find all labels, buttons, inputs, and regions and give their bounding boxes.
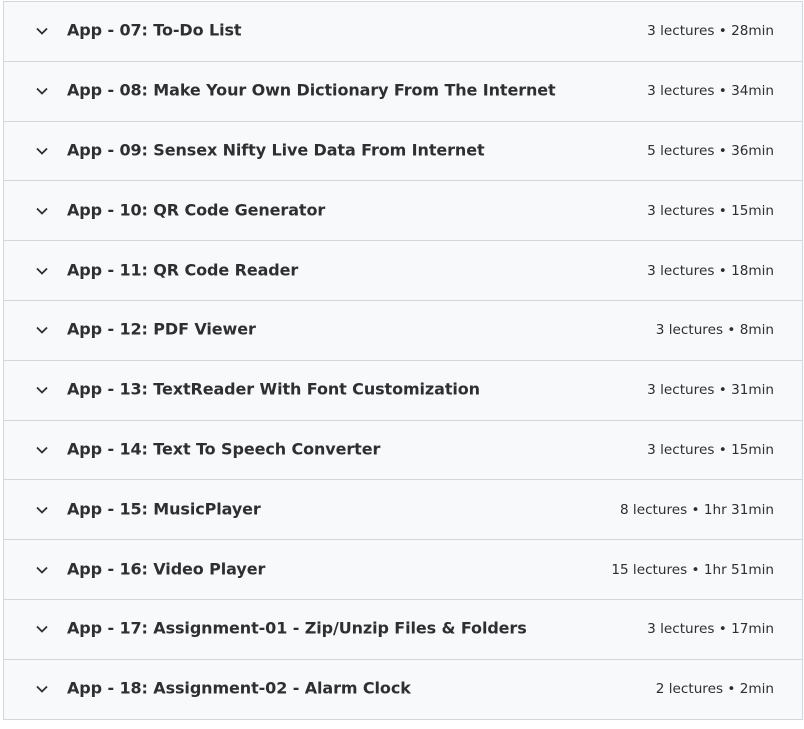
section-header-app-13[interactable]: App - 13: TextReader With Font Customiza… — [4, 360, 802, 421]
section-header-app-10[interactable]: App - 10: QR Code Generator 3 lectures •… — [4, 181, 802, 242]
section-header-app-07[interactable]: App - 07: To-Do List 3 lectures • 28min — [4, 2, 802, 62]
section-meta: 3 lectures • 15min — [647, 202, 774, 219]
section-meta: 15 lectures • 1hr 51min — [611, 561, 774, 578]
section-header-app-18[interactable]: App - 18: Assignment-02 - Alarm Clock 2 … — [4, 659, 802, 720]
section-meta: 3 lectures • 17min — [647, 621, 774, 638]
section-header-app-15[interactable]: App - 15: MusicPlayer 8 lectures • 1hr 3… — [4, 480, 802, 541]
chevron-down-icon — [34, 681, 50, 697]
section-header-app-08[interactable]: App - 08: Make Your Own Dictionary From … — [4, 61, 802, 122]
section-title: App - 13: TextReader With Font Customiza… — [67, 379, 480, 399]
chevron-down-icon — [34, 502, 50, 518]
section-title: App - 11: QR Code Reader — [67, 260, 299, 280]
section-header-app-17[interactable]: App - 17: Assignment-01 - Zip/Unzip File… — [4, 599, 802, 660]
section-header-app-11[interactable]: App - 11: QR Code Reader 3 lectures • 18… — [4, 241, 802, 301]
section-meta: 2 lectures • 2min — [655, 681, 774, 698]
chevron-down-icon — [34, 322, 50, 338]
chevron-down-icon — [34, 263, 50, 279]
chevron-down-icon — [34, 382, 50, 398]
section-title: App - 12: PDF Viewer — [67, 319, 256, 339]
section-meta: 8 lectures • 1hr 31min — [619, 501, 774, 518]
section-title: App - 08: Make Your Own Dictionary From … — [67, 80, 556, 100]
chevron-down-icon — [34, 203, 50, 219]
section-title: App - 16: Video Player — [67, 559, 266, 579]
section-header-app-16[interactable]: App - 16: Video Player 15 lectures • 1hr… — [4, 540, 802, 600]
section-title: App - 15: MusicPlayer — [67, 499, 261, 519]
section-title: App - 18: Assignment-02 - Alarm Clock — [67, 678, 411, 698]
section-meta: 5 lectures • 36min — [647, 142, 774, 159]
section-meta: 3 lectures • 18min — [647, 262, 774, 279]
section-meta: 3 lectures • 31min — [647, 382, 774, 399]
curriculum-accordion: App - 07: To-Do List 3 lectures • 28min … — [3, 1, 803, 720]
section-header-app-14[interactable]: App - 14: Text To Speech Converter 3 lec… — [4, 420, 802, 481]
section-meta: 3 lectures • 8min — [655, 322, 774, 339]
chevron-down-icon — [34, 143, 50, 159]
chevron-down-icon — [34, 23, 50, 39]
section-meta: 3 lectures • 15min — [647, 441, 774, 458]
section-title: App - 09: Sensex Nifty Live Data From In… — [67, 140, 485, 160]
chevron-down-icon — [34, 442, 50, 458]
section-meta: 3 lectures • 28min — [647, 23, 774, 40]
chevron-down-icon — [34, 83, 50, 99]
section-title: App - 17: Assignment-01 - Zip/Unzip File… — [67, 618, 527, 638]
chevron-down-icon — [34, 562, 50, 578]
section-title: App - 14: Text To Speech Converter — [67, 439, 381, 459]
chevron-down-icon — [34, 621, 50, 637]
section-header-app-12[interactable]: App - 12: PDF Viewer 3 lectures • 8min — [4, 300, 802, 361]
section-meta: 3 lectures • 34min — [647, 83, 774, 100]
section-title: App - 10: QR Code Generator — [67, 200, 326, 220]
section-title: App - 07: To-Do List — [67, 20, 242, 40]
section-header-app-09[interactable]: App - 09: Sensex Nifty Live Data From In… — [4, 121, 802, 182]
